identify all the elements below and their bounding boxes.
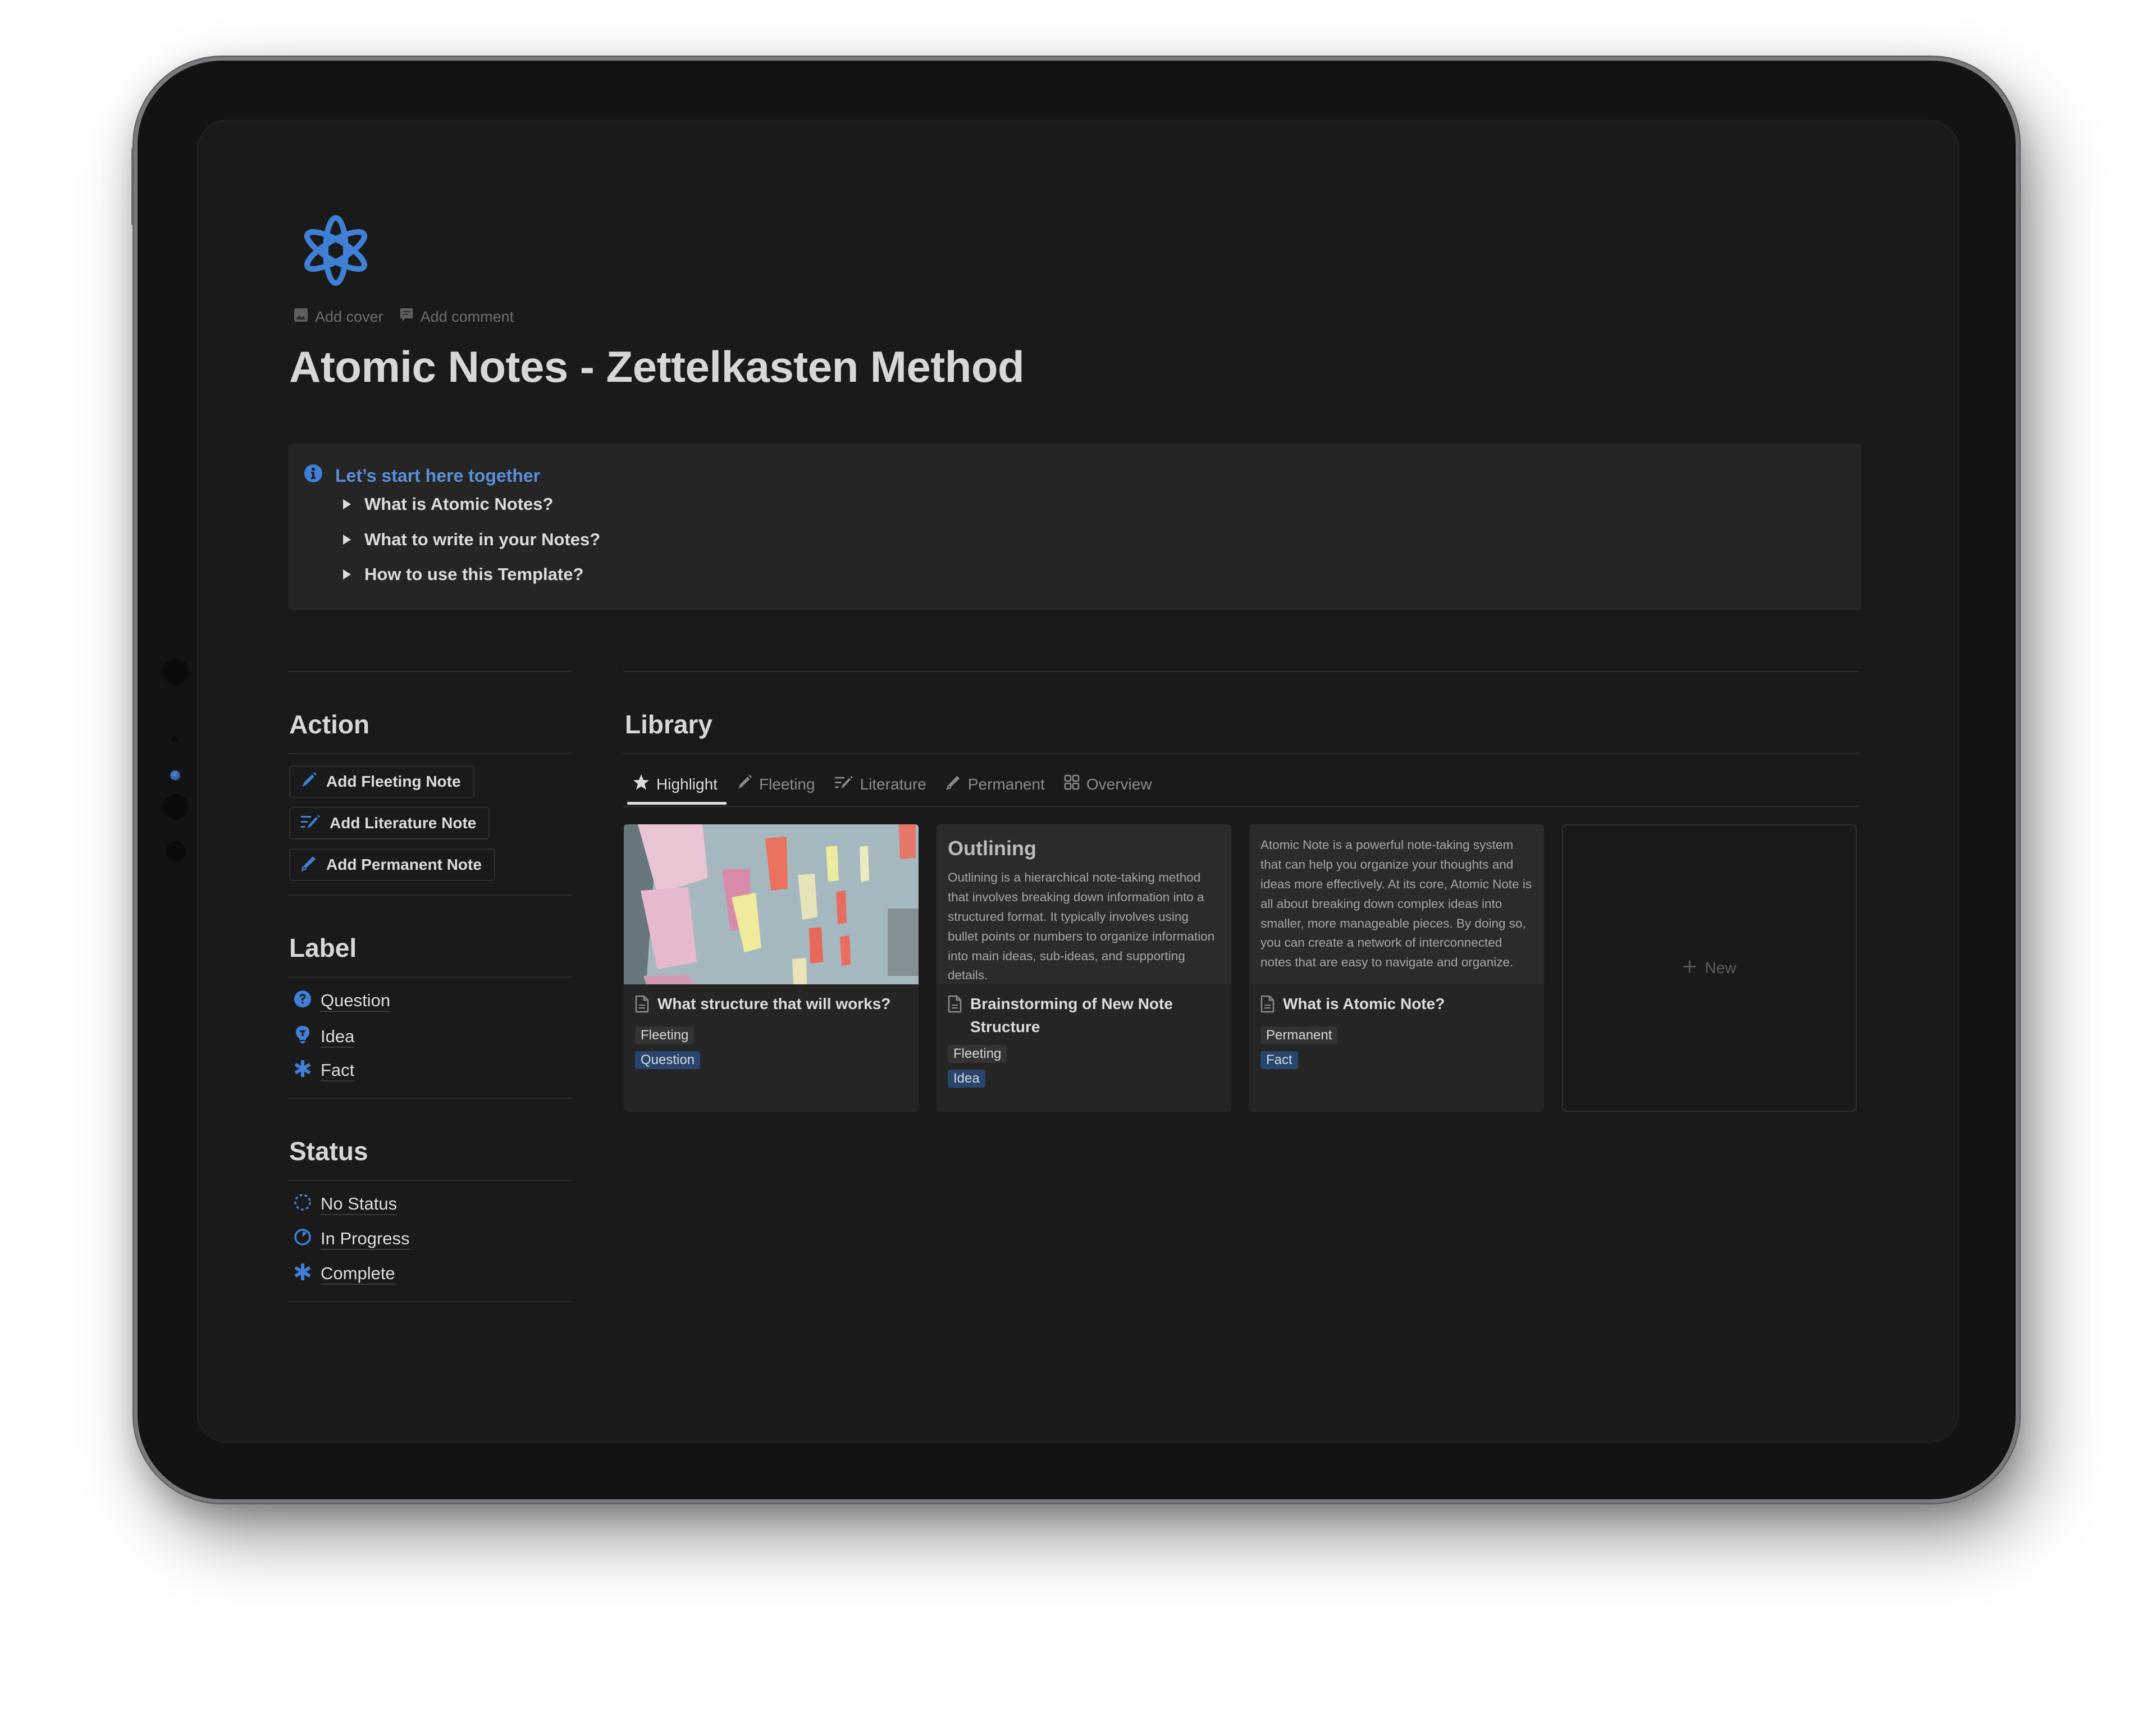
card-body: What is Atomic Note? Permanent Fact [1260, 993, 1534, 1069]
preview-heading: Outlining [948, 837, 1036, 860]
divider [288, 753, 572, 754]
status-item-complete[interactable]: Complete [294, 1263, 395, 1285]
asterisk-icon [294, 1263, 312, 1285]
sensor-dot [163, 794, 189, 820]
text-edit-icon [834, 774, 853, 794]
asterisk-icon [294, 1060, 312, 1082]
divider [288, 1180, 572, 1181]
library-card[interactable]: Atomic Note is a powerful note-taking sy… [1249, 824, 1544, 1112]
question-circle-icon [294, 990, 312, 1012]
app-screen: Add cover Add comment Atomic Notes - Zet… [197, 120, 1959, 1443]
label-item-fact[interactable]: Fact [294, 1060, 355, 1082]
divider [288, 1098, 572, 1099]
library-card[interactable]: What structure that will works? Fleeting… [624, 824, 919, 1112]
add-literature-note-button[interactable]: Add Literature Note [289, 807, 490, 839]
image-icon [294, 308, 308, 326]
preview-text: Atomic Note is a powerful note-taking sy… [1260, 838, 1532, 970]
label-tag: Question [635, 1051, 701, 1069]
sensor-dot [166, 841, 186, 861]
page-icon [635, 995, 650, 1020]
preview-text: Outlining is a hierarchical note-taking … [948, 870, 1215, 983]
label-tag: Idea [948, 1070, 985, 1088]
card-text-preview: Atomic Note is a powerful note-taking sy… [1249, 824, 1544, 984]
card-text-preview: Outlining Outlining is a hierarchical no… [937, 824, 1231, 984]
card-body: Brainstorming of New Note Structure Flee… [948, 993, 1221, 1088]
pencil-icon [737, 774, 752, 794]
sticky-notes-photo [624, 824, 919, 984]
page-meta-actions: Add cover Add comment [294, 307, 514, 327]
triangle-right-icon [343, 535, 351, 545]
text-edit-icon [300, 813, 321, 834]
label-item-question[interactable]: Question [294, 990, 391, 1012]
tab-highlight[interactable]: Highlight [627, 774, 727, 805]
library-card[interactable]: Outlining Outlining is a hierarchical no… [937, 824, 1231, 1112]
card-title: What structure that will works? [635, 993, 908, 1020]
triangle-right-icon [343, 499, 351, 509]
library-tabs: Highlight Fleeting Literature Permanent … [627, 774, 1153, 805]
tab-literature[interactable]: Literature [833, 774, 928, 805]
plus-icon [1682, 959, 1697, 978]
card-cover-image [624, 824, 919, 984]
sensor-dot [171, 736, 178, 743]
label-tag: Fact [1260, 1051, 1298, 1069]
triangle-right-icon [343, 569, 351, 579]
label-item-idea[interactable]: Idea [294, 1025, 355, 1049]
new-card-button[interactable]: New [1562, 824, 1857, 1112]
comment-icon [399, 307, 414, 327]
toggle-what-to-write[interactable]: What to write in your Notes? [343, 530, 600, 550]
add-cover-button[interactable]: Add cover [294, 307, 383, 327]
divider [288, 671, 572, 672]
divider [623, 671, 1858, 672]
label-heading: Label [289, 933, 357, 962]
tab-permanent[interactable]: Permanent [944, 774, 1046, 805]
toggle-how-to-use[interactable]: How to use this Template? [343, 564, 583, 585]
intro-callout: Let’s start here together What is Atomic… [288, 444, 1861, 610]
type-tag: Fleeting [948, 1045, 1007, 1064]
divider [288, 1301, 572, 1302]
card-body: What structure that will works? Fleeting… [635, 993, 908, 1069]
divider [288, 976, 572, 978]
grid-icon [1064, 774, 1080, 794]
tab-overview[interactable]: Overview [1063, 774, 1153, 805]
action-heading: Action [289, 710, 370, 739]
lightbulb-icon [294, 1025, 312, 1049]
status-item-in-progress[interactable]: In Progress [294, 1228, 410, 1251]
card-title: Brainstorming of New Note Structure [948, 993, 1221, 1038]
camera-lens [170, 770, 180, 781]
divider [623, 806, 1858, 807]
dashed-circle-icon [294, 1193, 312, 1216]
add-comment-button[interactable]: Add comment [399, 307, 514, 327]
divider [288, 895, 572, 896]
page-icon [1260, 995, 1275, 1020]
callout-heading: Let’s start here together [304, 464, 540, 487]
card-title: What is Atomic Note? [1260, 993, 1534, 1020]
atom-icon[interactable] [299, 214, 372, 287]
pencil-icon [300, 772, 317, 792]
library-heading: Library [625, 710, 712, 739]
status-heading: Status [289, 1137, 368, 1166]
fountain-pen-icon [945, 774, 961, 794]
progress-circle-icon [294, 1228, 312, 1251]
tab-fleeting[interactable]: Fleeting [736, 774, 816, 805]
info-icon [304, 464, 323, 487]
power-button [131, 147, 137, 226]
star-icon [633, 774, 650, 795]
sensor-dot [163, 659, 189, 684]
page-icon [948, 995, 962, 1038]
page-title: Atomic Notes - Zettelkasten Method [289, 342, 1025, 391]
type-tag: Fleeting [635, 1026, 695, 1044]
add-permanent-note-button[interactable]: Add Permanent Note [289, 848, 495, 881]
status-item-no-status[interactable]: No Status [294, 1193, 398, 1216]
fountain-pen-icon [300, 855, 317, 875]
add-fleeting-note-button[interactable]: Add Fleeting Note [289, 765, 474, 798]
toggle-what-is-atomic-notes[interactable]: What is Atomic Notes? [343, 494, 553, 514]
divider [623, 753, 1858, 754]
type-tag: Permanent [1260, 1026, 1338, 1044]
